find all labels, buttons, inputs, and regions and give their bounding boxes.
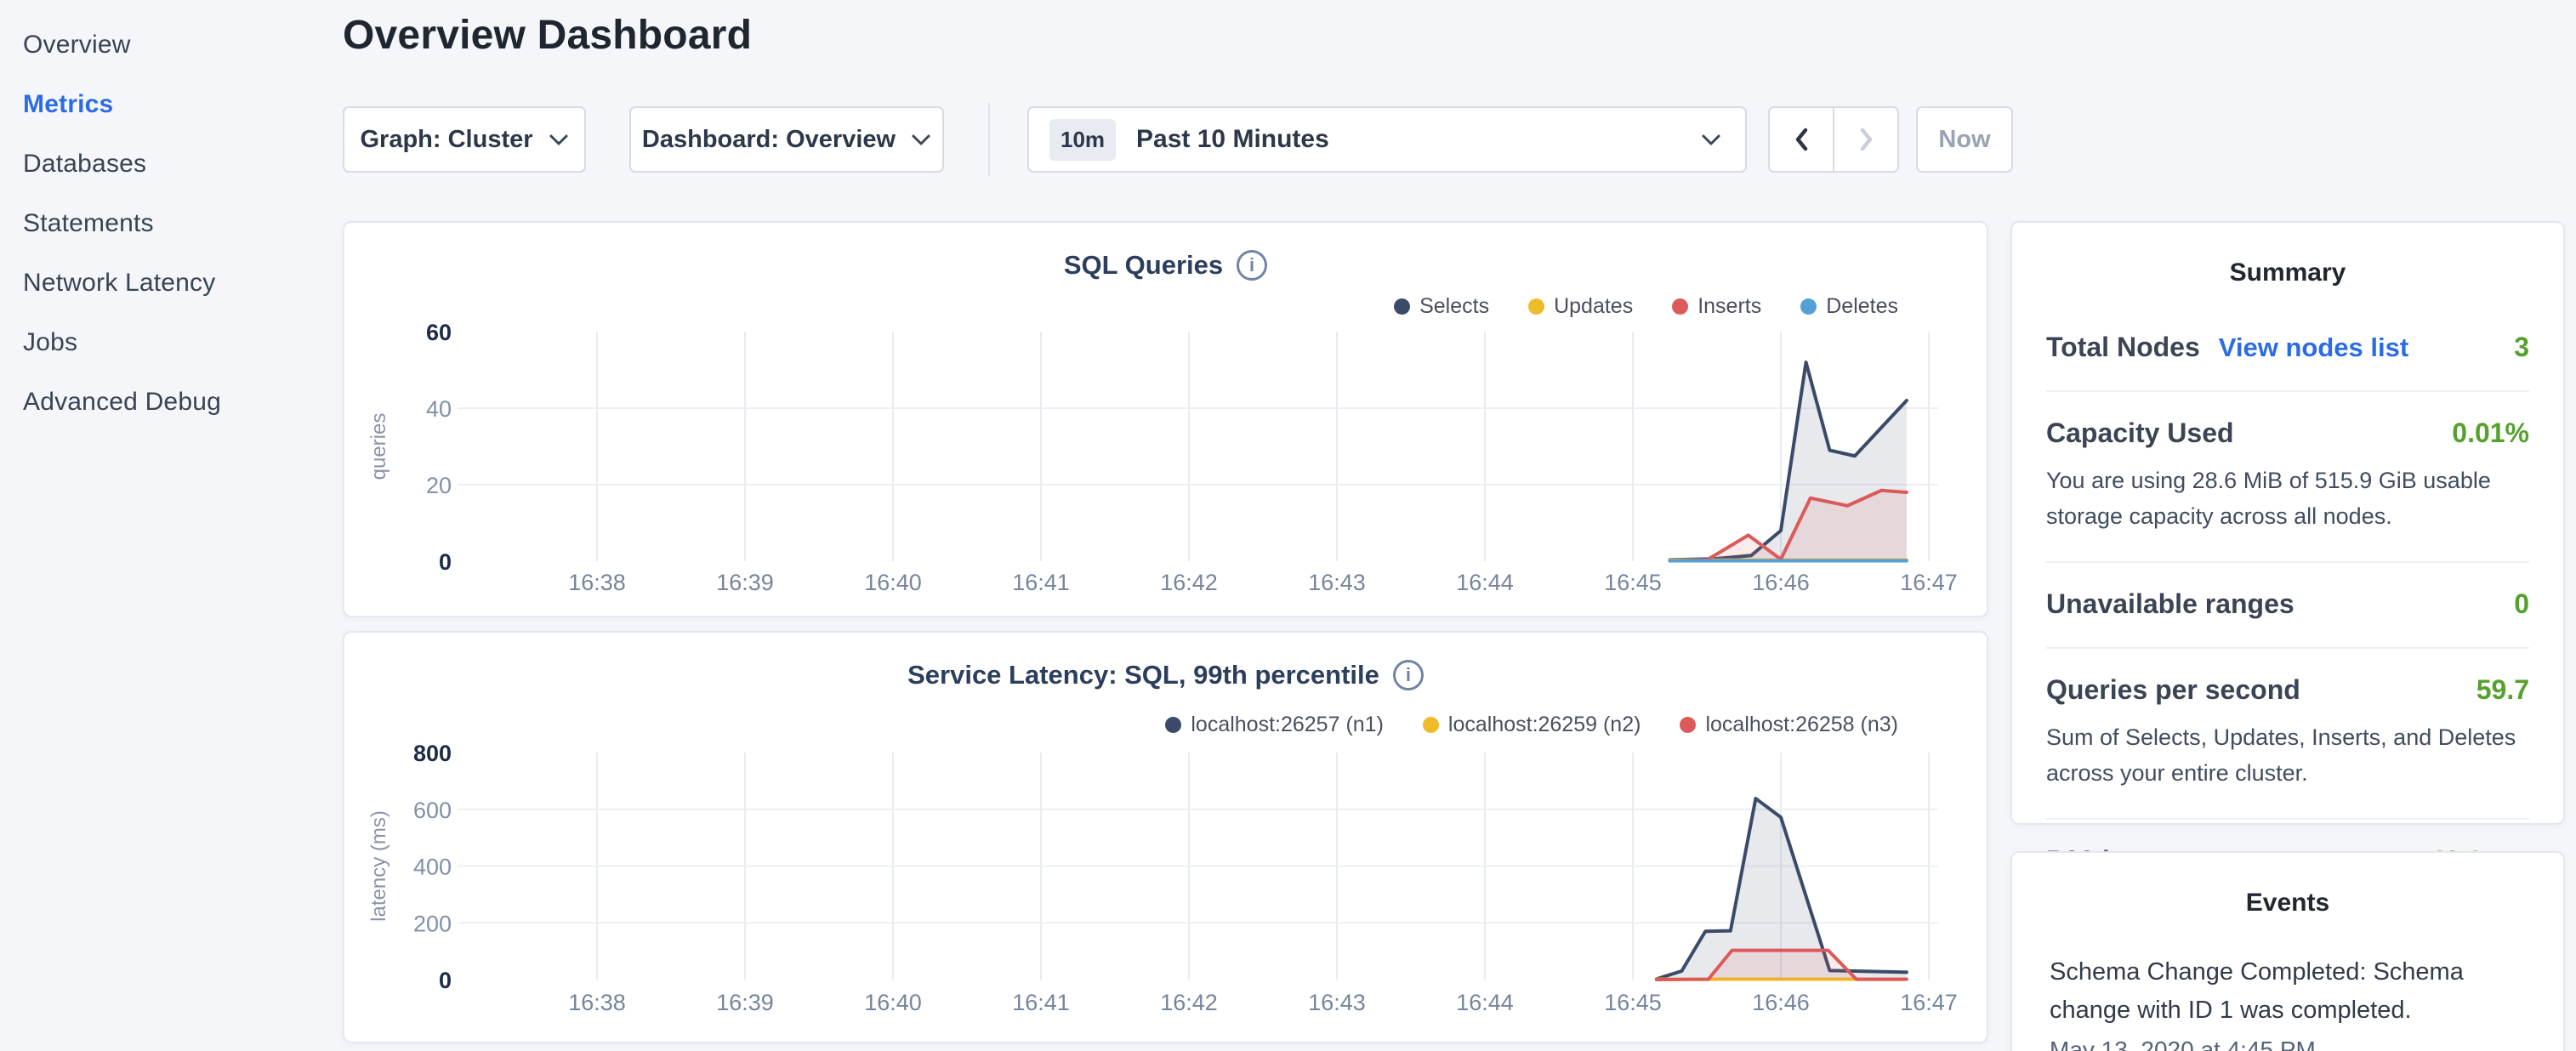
sidebar-item-network-latency[interactable]: Network Latency bbox=[0, 253, 336, 313]
svg-text:16:45: 16:45 bbox=[1604, 990, 1662, 1015]
svg-text:16:46: 16:46 bbox=[1752, 990, 1810, 1015]
svg-text:16:46: 16:46 bbox=[1752, 570, 1810, 595]
svg-text:16:39: 16:39 bbox=[716, 990, 774, 1015]
svg-text:20: 20 bbox=[426, 473, 452, 498]
controls-bar: Graph: Cluster Dashboard: Overview 10m P… bbox=[0, 106, 2576, 173]
dashboard-dropdown-label: Dashboard: Overview bbox=[642, 126, 896, 154]
events-panel: Events Schema Change Completed: Schema c… bbox=[2010, 851, 2565, 1051]
sidebar-item-statements[interactable]: Statements bbox=[0, 194, 336, 253]
svg-text:16:44: 16:44 bbox=[1456, 990, 1514, 1015]
svg-text:200: 200 bbox=[413, 911, 452, 936]
time-step-buttons bbox=[1768, 106, 1899, 173]
summary-row: Capacity Used 0.01% You are using 28.6 MiB… bbox=[2046, 392, 2529, 563]
summary-row: Unavailable ranges 0 bbox=[2046, 563, 2529, 649]
svg-text:16:47: 16:47 bbox=[1900, 990, 1958, 1015]
summary-row-label: Capacity Used bbox=[2046, 418, 2234, 449]
prev-time-button[interactable] bbox=[1770, 108, 1834, 171]
sidebar-item-overview[interactable]: Overview bbox=[0, 15, 336, 75]
next-time-button[interactable] bbox=[1834, 108, 1897, 171]
svg-text:16:44: 16:44 bbox=[1456, 570, 1514, 595]
chevron-right-icon bbox=[1859, 127, 1874, 152]
time-range-label: Past 10 Minutes bbox=[1136, 125, 1329, 154]
summary-row-description: Sum of Selects, Updates, Inserts, and De… bbox=[2046, 719, 2529, 791]
page-title: Overview Dashboard bbox=[343, 12, 752, 59]
svg-text:16:43: 16:43 bbox=[1308, 990, 1366, 1015]
summary-row-value: 0.01% bbox=[2452, 418, 2529, 449]
svg-text:40: 40 bbox=[426, 396, 452, 422]
svg-text:latency (ms): latency (ms) bbox=[367, 810, 390, 922]
dashboard-dropdown[interactable]: Dashboard: Overview bbox=[629, 106, 944, 173]
summary-row-value: 59.7 bbox=[2476, 674, 2529, 706]
events-title: Events bbox=[2050, 889, 2526, 917]
chevron-down-icon bbox=[911, 134, 931, 146]
svg-text:16:43: 16:43 bbox=[1308, 570, 1366, 595]
svg-text:60: 60 bbox=[426, 320, 452, 345]
svg-text:16:40: 16:40 bbox=[864, 570, 922, 595]
chevron-down-icon bbox=[549, 134, 569, 146]
svg-text:queries: queries bbox=[367, 413, 390, 480]
svg-text:16:38: 16:38 bbox=[568, 570, 626, 595]
svg-text:16:47: 16:47 bbox=[1900, 570, 1958, 595]
svg-text:0: 0 bbox=[439, 549, 452, 575]
graph-dropdown[interactable]: Graph: Cluster bbox=[343, 106, 586, 173]
sql-queries-chart-card: SQL Queries i SelectsUpdatesInsertsDelet… bbox=[343, 221, 1988, 617]
summary-row-label: Queries per second bbox=[2046, 674, 2300, 706]
sql-queries-plot: 16:38 16:39 16:40 16:41 16:42 16:43 16:44 16:45… bbox=[344, 223, 1990, 619]
svg-text:16:40: 16:40 bbox=[864, 990, 922, 1015]
summary-row: Queries per second 59.7 Sum of Selects, Up… bbox=[2046, 649, 2529, 820]
svg-text:16:39: 16:39 bbox=[716, 570, 774, 595]
service-latency-plot: 16:38 16:39 16:40 16:41 16:42 16:43 16:44 16:45… bbox=[344, 633, 1990, 1045]
controls-divider bbox=[988, 103, 990, 176]
view-nodes-list-link[interactable]: View nodes list bbox=[2219, 332, 2408, 363]
svg-text:16:38: 16:38 bbox=[568, 990, 626, 1015]
summary-row-value: 3 bbox=[2514, 332, 2529, 363]
svg-text:16:41: 16:41 bbox=[1012, 570, 1070, 595]
event-message[interactable]: Schema Change Completed: Schema change w… bbox=[2050, 953, 2526, 1030]
summary-row-label: Unavailable ranges bbox=[2046, 588, 2295, 620]
time-range-dropdown[interactable]: 10m Past 10 Minutes bbox=[1027, 106, 1747, 173]
summary-title: Summary bbox=[2046, 258, 2529, 287]
svg-text:400: 400 bbox=[413, 855, 452, 880]
summary-row-description: You are using 28.6 MiB of 515.9 GiB usab… bbox=[2046, 463, 2529, 534]
summary-row-value: 0 bbox=[2514, 588, 2529, 620]
summary-row-label: Total Nodes bbox=[2046, 332, 2200, 363]
summary-rows: Total Nodes View nodes list 3 Capacity Used… bbox=[2046, 306, 2529, 904]
svg-text:16:42: 16:42 bbox=[1160, 570, 1218, 595]
chevron-down-icon bbox=[1701, 134, 1721, 146]
svg-text:16:41: 16:41 bbox=[1012, 990, 1070, 1015]
sidebar-item-jobs[interactable]: Jobs bbox=[0, 313, 336, 372]
chevron-left-icon bbox=[1794, 127, 1809, 152]
time-range-badge: 10m bbox=[1049, 119, 1116, 161]
service-latency-chart-card: Service Latency: SQL, 99th percentile i … bbox=[343, 631, 1988, 1043]
svg-text:16:45: 16:45 bbox=[1604, 570, 1662, 595]
event-timestamp: May 13, 2020 at 4:45 PM bbox=[2050, 1037, 2526, 1051]
now-button[interactable]: Now bbox=[1916, 106, 2013, 173]
svg-text:0: 0 bbox=[439, 968, 452, 993]
svg-text:800: 800 bbox=[413, 741, 452, 766]
graph-dropdown-label: Graph: Cluster bbox=[360, 126, 532, 154]
svg-text:600: 600 bbox=[413, 798, 452, 823]
now-button-label: Now bbox=[1938, 126, 1990, 154]
summary-panel: Summary Total Nodes View nodes list 3 Capac… bbox=[2010, 221, 2565, 825]
summary-row: Total Nodes View nodes list 3 bbox=[2046, 306, 2529, 392]
svg-text:16:42: 16:42 bbox=[1160, 990, 1218, 1015]
sidebar-item-advanced-debug[interactable]: Advanced Debug bbox=[0, 372, 336, 432]
